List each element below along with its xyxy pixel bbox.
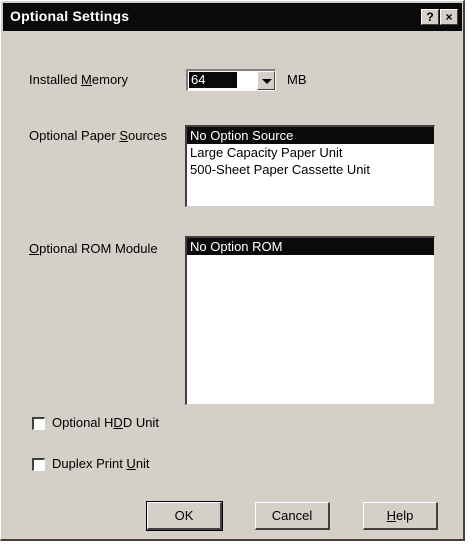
ok-button[interactable]: OK (146, 501, 223, 531)
paper-sources-list[interactable]: No Option Source Large Capacity Paper Un… (185, 125, 435, 207)
chevron-down-icon (262, 79, 272, 84)
list-item[interactable]: No Option ROM (187, 238, 434, 255)
paper-sources-label: Optional Paper Sources (29, 128, 168, 143)
help-icon[interactable]: ? (421, 9, 439, 25)
memory-unit-label: MB (287, 72, 307, 87)
list-item[interactable]: No Option Source (187, 127, 434, 144)
combo-dropdown-button[interactable] (257, 71, 275, 90)
title-bar[interactable]: Optional Settings ? × (3, 3, 462, 31)
installed-memory-label: Installed Memory (29, 72, 129, 87)
rom-module-label: Optional ROM Module (29, 241, 158, 256)
cancel-button[interactable]: Cancel (255, 502, 330, 530)
close-icon[interactable]: × (440, 9, 458, 25)
duplex-unit-label: Duplex Print Unit (52, 456, 150, 471)
list-item[interactable]: 500-Sheet Paper Cassette Unit (187, 161, 434, 178)
hdd-unit-label: Optional HDD Unit (52, 415, 159, 430)
help-button[interactable]: Help (363, 502, 438, 530)
hdd-unit-checkbox[interactable] (32, 417, 45, 430)
list-item[interactable]: Large Capacity Paper Unit (187, 144, 434, 161)
installed-memory-value: 64 (189, 72, 237, 88)
duplex-unit-checkbox[interactable] (32, 458, 45, 471)
window-title: Optional Settings (10, 8, 130, 24)
installed-memory-combo[interactable]: 64 (186, 69, 276, 91)
optional-settings-dialog: Optional Settings ? × Installed Memory 6… (0, 0, 465, 541)
rom-module-list[interactable]: No Option ROM (185, 236, 435, 405)
